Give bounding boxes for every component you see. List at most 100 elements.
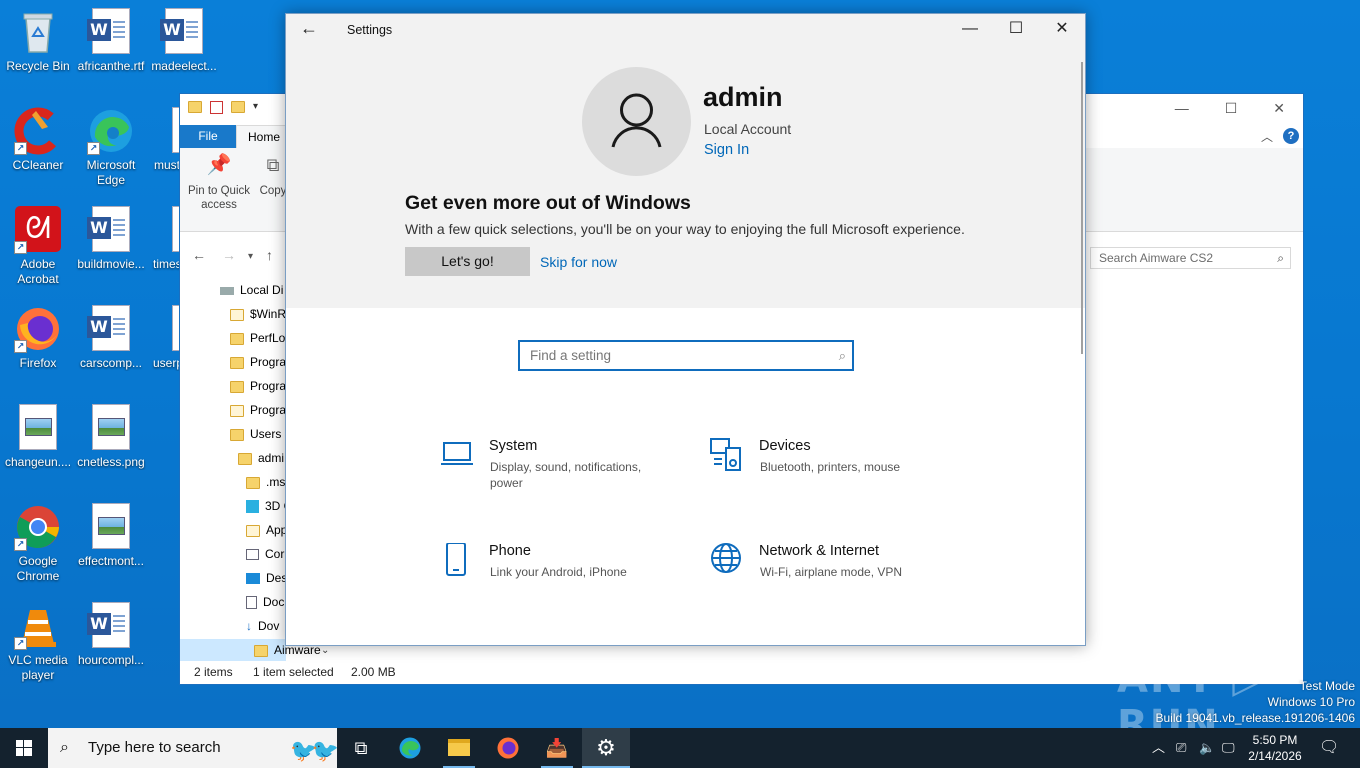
drive-icon [220,286,234,295]
notifications-icon[interactable]: 🗨 [1319,728,1339,768]
minimize-button[interactable]: — [1175,100,1189,117]
close-button[interactable]: ✕ [1273,100,1285,117]
windows-logo-icon [16,740,32,756]
tree-item[interactable]: Doc [246,591,284,613]
tree-item[interactable]: .ms [246,471,285,493]
up-arrow-icon[interactable]: ↑ [266,247,273,263]
taskbar: ⌕ Type here to search 🐦🐦 ⧉ 📥 ⚙ ︿ ⎚ 🔈 🖵 5… [0,728,1360,768]
recycle-bin-icon[interactable]: Recycle Bin [0,8,76,74]
desktop-file-buildmovie[interactable]: W buildmovie... [73,206,149,272]
tree-item[interactable]: Progra [230,375,286,397]
word-document-icon: W [87,305,130,351]
desktop-file-effectmont[interactable]: effectmont... [73,503,149,569]
tree-item[interactable]: Des [246,567,287,589]
desktop-file-changeun[interactable]: changeun.... [0,404,76,470]
tree-item-selected[interactable]: Aimware [180,639,321,661]
tree-item[interactable]: ↓ Dov [246,615,279,637]
folder-icon [188,101,202,113]
account-name: admin [703,82,783,112]
desktop-app-firefox[interactable]: ↗ Firefox [0,305,76,371]
start-button[interactable] [0,728,48,768]
word-document-icon: W [160,8,203,54]
volume-icon[interactable]: 🔈 [1199,728,1215,768]
windows-watermark: Test Mode Windows 10 Pro Build 19041.vb_… [1155,679,1356,725]
minimize-button[interactable]: — [947,14,993,46]
explorer-window-controls: — ☐ ✕ [1175,100,1285,117]
scrollbar[interactable] [1081,62,1083,354]
tree-item[interactable]: App [246,519,287,541]
desktop-app-acrobat[interactable]: ᘛ ↗ Adobe Acrobat [0,206,76,287]
taskbar-installer[interactable]: 📥 [533,728,581,768]
taskbar-edge[interactable] [386,728,434,768]
sign-in-link[interactable]: Sign In [704,142,749,158]
taskbar-firefox[interactable] [484,728,532,768]
desktop-file-must[interactable]: must [146,107,180,173]
pin-to-quick-access-button[interactable]: 📌 Pin to Quick access [186,155,252,212]
desktop-app-chrome[interactable]: ↗ Google Chrome [0,503,76,584]
desktop-file-userp[interactable]: userp [146,305,180,371]
tree-item[interactable]: Progra [230,351,286,373]
search-icon: ⌕ [60,739,69,756]
desktop-file-times[interactable]: times [146,206,180,272]
meet-now-icon[interactable]: ⎚ [1176,728,1186,768]
avatar[interactable] [582,67,691,176]
image-file-icon [92,503,130,549]
back-arrow-icon[interactable]: ← [192,247,206,263]
taskbar-search-box[interactable]: ⌕ Type here to search 🐦🐦 [48,728,339,768]
recent-locations-icon[interactable]: ▾ [248,251,253,262]
word-document-icon: W [87,206,130,252]
desktop-file-cnetless[interactable]: cnetless.png [73,404,149,470]
collapse-ribbon-icon[interactable]: ︿ [1261,128,1273,145]
maximize-button[interactable]: ☐ [1225,100,1238,117]
skip-for-now-link[interactable]: Skip for now [540,254,617,270]
tree-item[interactable]: Users [230,423,281,445]
folder-icon [246,476,260,489]
help-icon[interactable]: ? [1283,128,1299,144]
acrobat-icon: ᘛ ↗ [14,206,62,254]
desktop-file-africanthe[interactable]: W africanthe.rtf [73,8,149,74]
clock[interactable]: 5:50 PM 2/14/2026 [1240,732,1310,764]
ribbon-tabs: File Home [180,125,292,148]
forward-arrow-icon[interactable]: → [222,247,236,263]
tree-item[interactable]: $WinR [230,303,286,325]
copy-button[interactable]: ⧉ Copy [258,156,288,198]
maximize-button[interactable]: ☐ [993,14,1039,46]
tree-item[interactable]: admi [238,447,284,469]
scroll-down-icon[interactable]: ⌄ [321,645,329,656]
tree-item[interactable]: PerfLo [230,327,285,349]
settings-window[interactable]: ← Settings — ☐ ✕ admin Local Account Sig… [285,13,1086,646]
explorer-search-input[interactable]: Search Aimware CS2 ⌕ [1090,247,1291,269]
desktop-file-carscomp[interactable]: W carscomp... [73,305,149,371]
back-arrow-icon[interactable]: ← [300,18,318,39]
tab-home[interactable]: Home [236,125,292,148]
new-folder-icon[interactable] [231,101,245,113]
show-hidden-icons-icon[interactable]: ︿ [1152,728,1165,768]
chrome-icon: ↗ [14,503,62,551]
task-view-button[interactable]: ⧉ [337,728,385,768]
folder-icon [230,356,244,369]
desktop-file-madeelect[interactable]: W madeelect... [146,8,222,74]
search-highlight-birds-icon: 🐦🐦 [290,738,339,763]
close-button[interactable]: ✕ [1039,14,1085,46]
firefox-icon: ↗ [14,305,62,353]
tree-item[interactable]: Cor [246,543,284,565]
desktop-app-ccleaner[interactable]: ↗ CCleaner [0,107,76,173]
tab-file[interactable]: File [180,125,236,148]
documents-icon [246,596,257,610]
dropdown-arrow-icon[interactable]: ▾ [253,101,258,114]
properties-icon[interactable] [210,101,223,114]
tree-item[interactable]: Progra [230,399,286,421]
tree-item[interactable]: Local Di [220,279,283,301]
word-document-icon: W [87,602,130,648]
taskbar-file-explorer[interactable] [435,728,483,768]
taskbar-settings[interactable]: ⚙ [582,728,630,768]
desktop-file-hourcompl[interactable]: W hourcompl... [73,602,149,668]
desktop-app-vlc[interactable]: ↗ VLC media player [0,602,76,683]
find-setting-input[interactable]: Find a setting ⌕ [518,340,854,371]
downloads-icon: ↓ [246,619,252,633]
network-icon[interactable]: 🖵 [1222,728,1235,768]
lets-go-button[interactable]: Let's go! [405,247,530,276]
3d-objects-icon [246,500,259,514]
settings-titlebar: ← Settings — ☐ ✕ [286,14,1085,46]
desktop-app-edge[interactable]: ↗ Microsoft Edge [73,107,149,188]
